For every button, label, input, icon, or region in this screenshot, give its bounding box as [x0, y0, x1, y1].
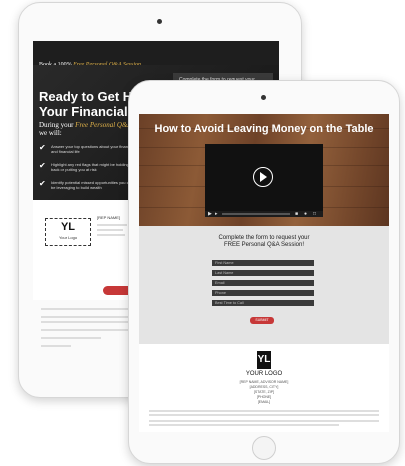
front-tablet: How to Avoid Leaving Money on the Table …: [128, 80, 400, 464]
play-icon: [260, 172, 267, 182]
form-section: Complete the form to request your FREE Pe…: [139, 226, 389, 344]
address-line: [REP NAME, ADVISOR NAME]: [239, 380, 289, 384]
hero-wood-background: How to Avoid Leaving Money on the Table …: [139, 114, 389, 226]
camera-icon: [261, 95, 266, 100]
address-line: [ADDRESS, CITY]: [249, 385, 279, 389]
home-button[interactable]: [252, 436, 276, 460]
check-icon: ✔: [39, 179, 46, 188]
first-name-field[interactable]: First Name: [212, 260, 314, 266]
text-line: [41, 329, 131, 331]
skip-icon[interactable]: ▸: [215, 211, 218, 217]
camera-icon: [157, 19, 162, 24]
address-line: [PHONE]: [256, 395, 272, 399]
email-field[interactable]: Email: [212, 280, 314, 286]
logo-mark: YL: [257, 354, 271, 365]
phone-field[interactable]: Phone: [212, 290, 314, 296]
text-line: [41, 345, 71, 347]
text-line: [97, 229, 123, 231]
play-small-icon[interactable]: ▶: [208, 211, 212, 217]
text-line: [41, 337, 101, 339]
text-line: [41, 316, 141, 318]
text-line: [97, 224, 127, 226]
logo: YL: [257, 351, 271, 369]
video-controls: ▶ ▸ ■ ● □: [205, 211, 323, 217]
disclaimer-line: [149, 420, 379, 422]
text-line: [41, 321, 141, 323]
rep-name: [REP NAME]: [97, 215, 121, 220]
logo-caption: Your Logo: [58, 235, 78, 240]
form-heading: Complete the form to request your FREE Pe…: [218, 235, 310, 248]
best-time-field[interactable]: Best Time to Call: [212, 300, 314, 306]
field-placeholder: Phone: [215, 291, 226, 295]
fullscreen-icon[interactable]: □: [313, 211, 316, 217]
check-icon: ✔: [39, 161, 46, 170]
disclaimer-line: [149, 410, 379, 412]
address-line: [EMAIL]: [257, 400, 271, 404]
disclaimer-line: [149, 424, 339, 426]
text-line: [41, 308, 141, 310]
text-line: [97, 234, 125, 236]
last-name-field[interactable]: Last Name: [212, 270, 314, 276]
field-placeholder: Email: [215, 281, 225, 285]
logo: YL Your Logo: [45, 218, 91, 246]
submit-label: SUBMIT: [255, 318, 269, 322]
settings-icon[interactable]: ●: [304, 211, 307, 217]
volume-icon[interactable]: ■: [295, 211, 298, 217]
check-icon: ✔: [39, 143, 46, 152]
submit-button[interactable]: SUBMIT: [250, 317, 274, 324]
front-tablet-screen: How to Avoid Leaving Money on the Table …: [139, 114, 389, 432]
subheading: During your Free Personal Q&A Swe will:: [39, 121, 137, 137]
logo-mark: YL: [60, 221, 76, 233]
video-scrubber[interactable]: [222, 213, 290, 215]
field-placeholder: First Name: [215, 261, 234, 265]
video-player[interactable]: ▶ ▸ ■ ● □: [205, 144, 323, 217]
address-line: [STATE, ZIP]: [253, 390, 275, 394]
field-placeholder: Best Time to Call: [215, 301, 244, 305]
field-placeholder: Last Name: [215, 271, 234, 275]
logo-label: YOUR LOGO: [245, 371, 283, 377]
page-title: How to Avoid Leaving Money on the Table: [154, 123, 374, 135]
disclaimer-line: [149, 414, 379, 416]
